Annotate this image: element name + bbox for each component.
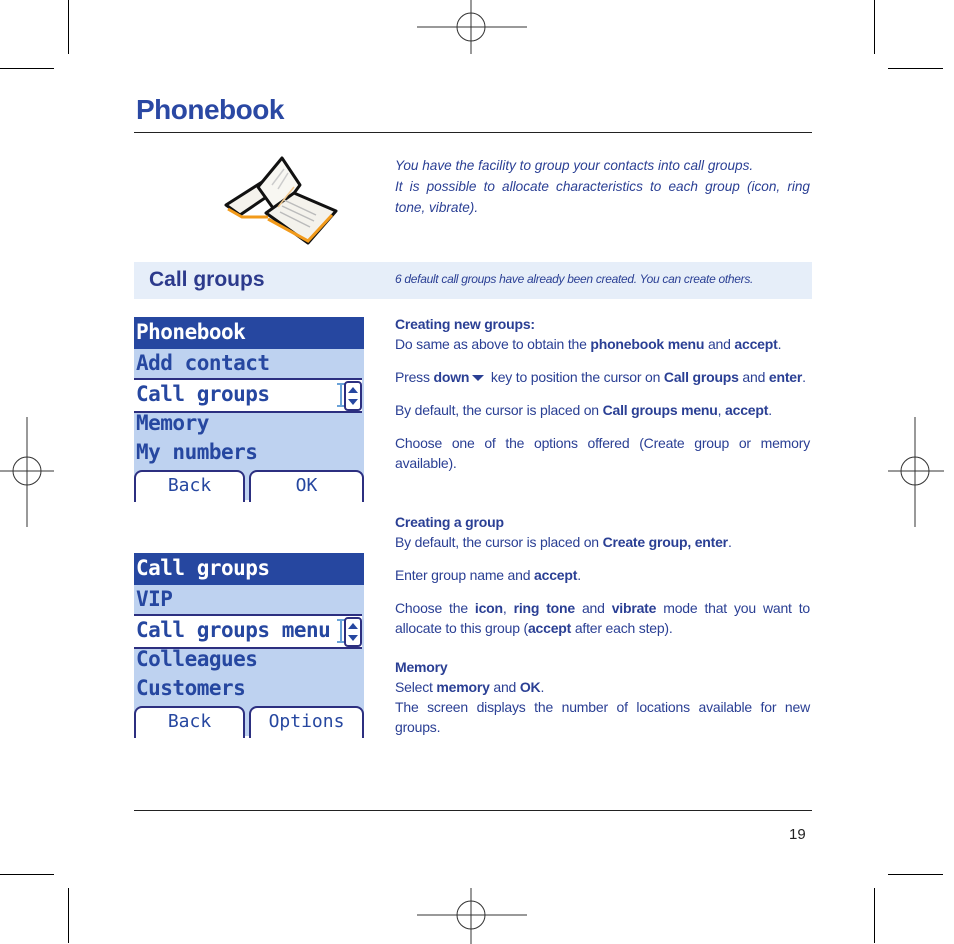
open-book-icon [224, 156, 338, 245]
page-title: Phonebook [136, 94, 284, 125]
text-cursor-icon [337, 383, 345, 407]
registration-mark-top [417, 0, 527, 54]
subheading: Memory [395, 659, 448, 675]
softkey-back[interactable]: Back [134, 470, 245, 502]
text-cursor-icon [337, 619, 345, 643]
menu-item[interactable]: VIP [136, 587, 173, 611]
crop-mark [0, 874, 54, 875]
phone-screen-phonebook: Phonebook Add contact Call groups Memory… [134, 317, 364, 502]
menu-item[interactable]: Add contact [136, 351, 270, 375]
paragraph: Press down key to position the cursor on… [395, 369, 806, 385]
subheading: Creating a group [395, 514, 504, 530]
crop-mark [874, 888, 875, 943]
paragraph: Choose one of the options offered (Creat… [395, 435, 810, 471]
footer-divider [134, 810, 812, 811]
creating-new-groups: Creating new groups: Do same as above to… [395, 314, 810, 473]
registration-mark-right [888, 417, 944, 527]
screen-menu: VIP Call groups menu Colleagues Customer… [134, 585, 364, 706]
paragraph: By default, the cursor is placed on Crea… [395, 534, 732, 550]
phone-screen-call-groups: Call groups VIP Call groups menu Colleag… [134, 553, 364, 738]
paragraph: By default, the cursor is placed on Call… [395, 402, 772, 418]
menu-item[interactable]: Colleagues [136, 647, 258, 671]
down-arrow-icon [472, 375, 485, 382]
menu-item-selected[interactable]: Call groups [134, 378, 362, 413]
registration-mark-bottom [417, 888, 527, 944]
registration-mark-left [0, 417, 54, 527]
softkey-ok[interactable]: OK [249, 470, 364, 502]
softkey-back[interactable]: Back [134, 706, 245, 738]
paragraph: Choose the icon, ring tone and vibrate m… [395, 600, 810, 636]
section-note: 6 default call groups have already been … [395, 272, 754, 286]
crop-mark [888, 68, 943, 69]
paragraph: The screen displays the number of locati… [395, 699, 810, 735]
scroll-arrows-icon[interactable] [344, 617, 362, 647]
creating-a-group: Creating a group By default, the cursor … [395, 512, 810, 638]
scroll-arrows-icon[interactable] [344, 381, 362, 411]
subheading: Creating new groups: [395, 316, 535, 332]
menu-item[interactable]: Memory [136, 411, 209, 435]
page-number: 19 [789, 826, 806, 843]
menu-item[interactable]: My numbers [136, 440, 258, 464]
softkey-options[interactable]: Options [249, 706, 364, 738]
crop-mark [0, 68, 54, 69]
crop-mark [68, 888, 69, 943]
section-title: Call groups [149, 268, 265, 291]
paragraph: Do same as above to obtain the phonebook… [395, 336, 782, 352]
header-divider [134, 132, 812, 133]
crop-mark [874, 0, 875, 54]
screen-title-bar: Phonebook [134, 317, 364, 349]
screen-menu: Add contact Call groups Memory My number… [134, 349, 364, 470]
menu-item[interactable]: Customers [136, 676, 246, 700]
screen-title-bar: Call groups [134, 553, 364, 585]
memory-section: Memory Select memory and OK. The screen … [395, 657, 810, 737]
crop-mark [888, 874, 943, 875]
intro-text: You have the facility to group your cont… [395, 158, 810, 215]
menu-item-selected[interactable]: Call groups menu [134, 614, 362, 649]
paragraph: Select memory and OK. [395, 679, 545, 695]
paragraph: Enter group name and accept. [395, 567, 581, 583]
crop-mark [68, 0, 69, 54]
